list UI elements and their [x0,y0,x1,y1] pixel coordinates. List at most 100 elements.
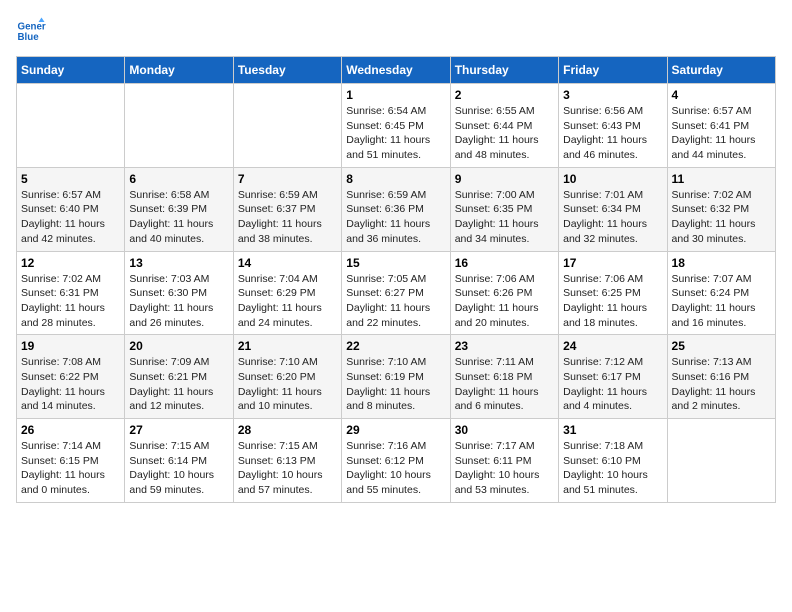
day-info: Sunrise: 7:10 AM Sunset: 6:19 PM Dayligh… [346,355,445,414]
day-info: Sunrise: 7:00 AM Sunset: 6:35 PM Dayligh… [455,188,554,247]
calendar-cell: 17 Sunrise: 7:06 AM Sunset: 6:25 PM Dayli… [559,251,667,335]
day-number: 6 [129,172,228,186]
day-number: 17 [563,256,662,270]
calendar-cell: 2 Sunrise: 6:55 AM Sunset: 6:44 PM Daylig… [450,84,558,168]
day-number: 2 [455,88,554,102]
day-header-friday: Friday [559,57,667,84]
day-info: Sunrise: 6:54 AM Sunset: 6:45 PM Dayligh… [346,104,445,163]
calendar-cell: 3 Sunrise: 6:56 AM Sunset: 6:43 PM Daylig… [559,84,667,168]
day-info: Sunrise: 7:10 AM Sunset: 6:20 PM Dayligh… [238,355,337,414]
calendar-cell: 31 Sunrise: 7:18 AM Sunset: 6:10 PM Dayli… [559,419,667,503]
day-header-monday: Monday [125,57,233,84]
day-info: Sunrise: 7:03 AM Sunset: 6:30 PM Dayligh… [129,272,228,331]
svg-text:Blue: Blue [18,32,40,43]
calendar-cell: 5 Sunrise: 6:57 AM Sunset: 6:40 PM Daylig… [17,167,125,251]
calendar-cell: 26Sunrise: 7:14 AM Sunset: 6:15 PM Dayli… [17,419,125,503]
day-info: Sunrise: 7:11 AM Sunset: 6:18 PM Dayligh… [455,355,554,414]
day-number: 13 [129,256,228,270]
logo: General Blue [16,16,46,46]
day-number: 10 [563,172,662,186]
day-number: 18 [672,256,771,270]
day-number: 29 [346,423,445,437]
day-number: 14 [238,256,337,270]
calendar-cell [125,84,233,168]
calendar-cell: 30 Sunrise: 7:17 AM Sunset: 6:11 PM Dayli… [450,419,558,503]
day-info: Sunrise: 6:59 AM Sunset: 6:36 PM Dayligh… [346,188,445,247]
day-info: Sunrise: 7:02 AM Sunset: 6:31 PM Dayligh… [21,272,120,331]
day-info: Sunrise: 7:02 AM Sunset: 6:32 PM Dayligh… [672,188,771,247]
day-number: 15 [346,256,445,270]
day-info: Sunrise: 7:04 AM Sunset: 6:29 PM Dayligh… [238,272,337,331]
day-number: 22 [346,339,445,353]
calendar-cell: 12Sunrise: 7:02 AM Sunset: 6:31 PM Dayli… [17,251,125,335]
calendar-cell: 8 Sunrise: 6:59 AM Sunset: 6:36 PM Daylig… [342,167,450,251]
day-number: 3 [563,88,662,102]
day-number: 30 [455,423,554,437]
day-number: 25 [672,339,771,353]
day-number: 28 [238,423,337,437]
calendar-cell: 1Sunrise: 6:54 AM Sunset: 6:45 PM Daylig… [342,84,450,168]
calendar-cell: 18 Sunrise: 7:07 AM Sunset: 6:24 PM Dayli… [667,251,775,335]
day-number: 4 [672,88,771,102]
day-info: Sunrise: 7:18 AM Sunset: 6:10 PM Dayligh… [563,439,662,498]
day-info: Sunrise: 7:16 AM Sunset: 6:12 PM Dayligh… [346,439,445,498]
day-info: Sunrise: 6:57 AM Sunset: 6:41 PM Dayligh… [672,104,771,163]
day-header-wednesday: Wednesday [342,57,450,84]
day-info: Sunrise: 7:13 AM Sunset: 6:16 PM Dayligh… [672,355,771,414]
calendar-cell: 29 Sunrise: 7:16 AM Sunset: 6:12 PM Dayli… [342,419,450,503]
calendar-cell: 28 Sunrise: 7:15 AM Sunset: 6:13 PM Dayli… [233,419,341,503]
day-number: 7 [238,172,337,186]
day-info: Sunrise: 7:06 AM Sunset: 6:26 PM Dayligh… [455,272,554,331]
day-number: 23 [455,339,554,353]
day-info: Sunrise: 7:01 AM Sunset: 6:34 PM Dayligh… [563,188,662,247]
calendar-cell: 20 Sunrise: 7:09 AM Sunset: 6:21 PM Dayli… [125,335,233,419]
calendar-cell: 4 Sunrise: 6:57 AM Sunset: 6:41 PM Daylig… [667,84,775,168]
day-info: Sunrise: 7:17 AM Sunset: 6:11 PM Dayligh… [455,439,554,498]
calendar-cell [667,419,775,503]
svg-text:General: General [18,22,47,33]
calendar-cell: 10 Sunrise: 7:01 AM Sunset: 6:34 PM Dayli… [559,167,667,251]
calendar-cell: 23 Sunrise: 7:11 AM Sunset: 6:18 PM Dayli… [450,335,558,419]
day-info: Sunrise: 7:07 AM Sunset: 6:24 PM Dayligh… [672,272,771,331]
day-info: Sunrise: 6:57 AM Sunset: 6:40 PM Dayligh… [21,188,120,247]
calendar-cell [233,84,341,168]
day-number: 19 [21,339,120,353]
calendar-cell: 11Sunrise: 7:02 AM Sunset: 6:32 PM Dayli… [667,167,775,251]
day-number: 27 [129,423,228,437]
calendar-cell: 24Sunrise: 7:12 AM Sunset: 6:17 PM Dayli… [559,335,667,419]
day-header-thursday: Thursday [450,57,558,84]
day-number: 9 [455,172,554,186]
day-info: Sunrise: 7:09 AM Sunset: 6:21 PM Dayligh… [129,355,228,414]
calendar-cell: 9 Sunrise: 7:00 AM Sunset: 6:35 PM Daylig… [450,167,558,251]
day-info: Sunrise: 6:59 AM Sunset: 6:37 PM Dayligh… [238,188,337,247]
day-info: Sunrise: 7:15 AM Sunset: 6:13 PM Dayligh… [238,439,337,498]
day-number: 5 [21,172,120,186]
day-info: Sunrise: 7:08 AM Sunset: 6:22 PM Dayligh… [21,355,120,414]
day-info: Sunrise: 7:15 AM Sunset: 6:14 PM Dayligh… [129,439,228,498]
calendar-cell: 15 Sunrise: 7:05 AM Sunset: 6:27 PM Dayli… [342,251,450,335]
calendar-cell: 22 Sunrise: 7:10 AM Sunset: 6:19 PM Dayli… [342,335,450,419]
calendar-cell: 19 Sunrise: 7:08 AM Sunset: 6:22 PM Dayli… [17,335,125,419]
calendar-cell: 13 Sunrise: 7:03 AM Sunset: 6:30 PM Dayli… [125,251,233,335]
day-info: Sunrise: 6:55 AM Sunset: 6:44 PM Dayligh… [455,104,554,163]
page-header: General Blue [16,16,776,46]
calendar-cell: 14 Sunrise: 7:04 AM Sunset: 6:29 PM Dayli… [233,251,341,335]
day-number: 26 [21,423,120,437]
day-info: Sunrise: 7:12 AM Sunset: 6:17 PM Dayligh… [563,355,662,414]
day-number: 20 [129,339,228,353]
day-number: 16 [455,256,554,270]
day-number: 21 [238,339,337,353]
day-info: Sunrise: 7:06 AM Sunset: 6:25 PM Dayligh… [563,272,662,331]
day-info: Sunrise: 7:05 AM Sunset: 6:27 PM Dayligh… [346,272,445,331]
day-header-saturday: Saturday [667,57,775,84]
day-info: Sunrise: 6:56 AM Sunset: 6:43 PM Dayligh… [563,104,662,163]
day-info: Sunrise: 6:58 AM Sunset: 6:39 PM Dayligh… [129,188,228,247]
day-number: 8 [346,172,445,186]
calendar-cell: 25 Sunrise: 7:13 AM Sunset: 6:16 PM Dayli… [667,335,775,419]
day-header-sunday: Sunday [17,57,125,84]
calendar-cell: 7 Sunrise: 6:59 AM Sunset: 6:37 PM Daylig… [233,167,341,251]
calendar-cell: 6 Sunrise: 6:58 AM Sunset: 6:39 PM Daylig… [125,167,233,251]
calendar-cell: 21 Sunrise: 7:10 AM Sunset: 6:20 PM Dayli… [233,335,341,419]
day-number: 31 [563,423,662,437]
logo-icon: General Blue [16,16,46,46]
